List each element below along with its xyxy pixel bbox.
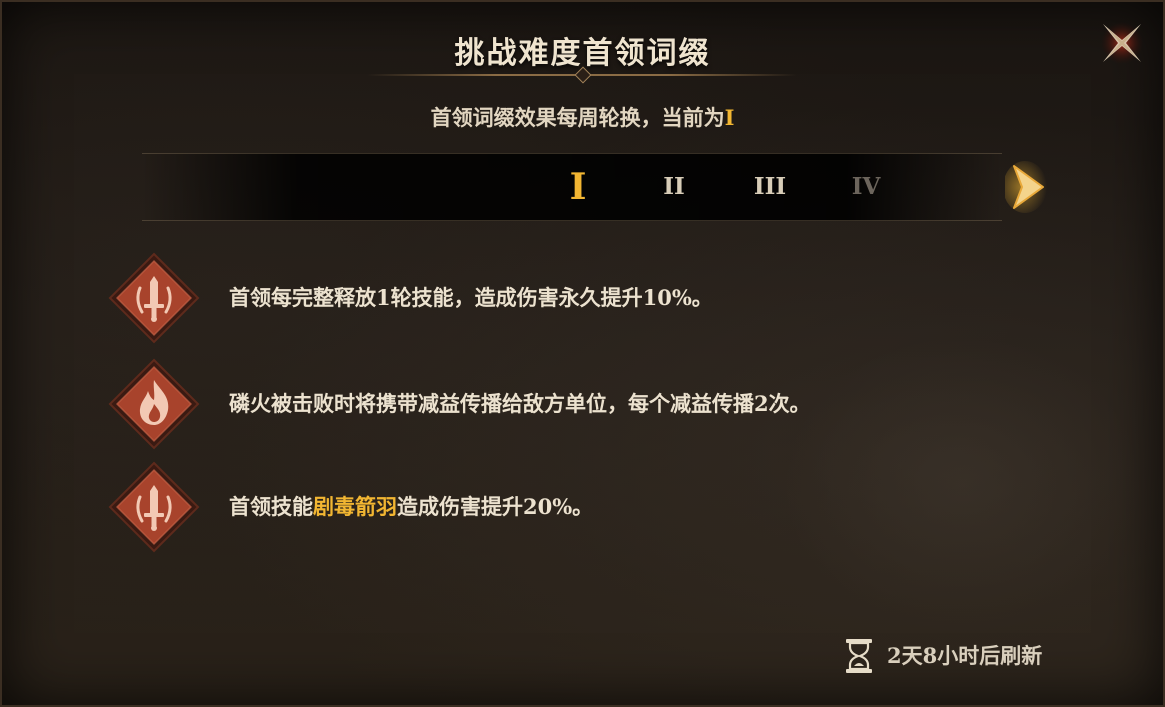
- tab-rotation-3[interactable]: III: [734, 154, 806, 220]
- rotation-tabs: I II III IV: [142, 153, 1002, 221]
- affix-dialog: 挑战难度首领词缀 首领词缀效果每周轮换，当前为I I II III IV 首领每…: [0, 0, 1165, 707]
- close-button[interactable]: [1097, 20, 1147, 66]
- next-rotation-button[interactable]: [1003, 160, 1051, 214]
- sword-icon: [108, 252, 200, 344]
- affix-item: 首领技能剧毒箭羽造成伤害提升20%。: [108, 461, 1008, 553]
- rotation-note: 首领词缀效果每周轮换，当前为I: [2, 102, 1163, 132]
- tab-rotation-1[interactable]: I: [542, 154, 614, 220]
- sword-icon: [108, 461, 200, 553]
- affix-description: 首领每完整释放1轮技能，造成伤害永久提升10%。: [229, 285, 713, 310]
- chevron-right-icon: [1003, 161, 1047, 213]
- affix-description: 首领技能剧毒箭羽造成伤害提升20%。: [229, 461, 593, 553]
- affix-description: 磷火被击败时将携带减益传播给敌方单位，每个减益传播2次。: [229, 391, 811, 416]
- affix-item: 磷火被击败时将携带减益传播给敌方单位，每个减益传播2次。: [108, 358, 1008, 450]
- current-rotation-label: I: [724, 105, 735, 130]
- affix-text-before: 首领技能: [229, 494, 313, 519]
- rotation-note-text: 首领词缀效果每周轮换，当前为: [430, 105, 725, 130]
- affix-item: 首领每完整释放1轮技能，造成伤害永久提升10%。: [108, 252, 1008, 344]
- close-icon: [1101, 22, 1143, 64]
- tab-rotation-2[interactable]: II: [638, 154, 710, 220]
- flame-icon: [108, 358, 200, 450]
- skill-name-highlight: 剧毒箭羽: [313, 494, 397, 519]
- affix-text-after: 造成伤害提升20%。: [397, 494, 594, 519]
- tab-rotation-4[interactable]: IV: [830, 154, 902, 220]
- refresh-countdown: 2天8小时后刷新: [887, 643, 1043, 668]
- hourglass-icon: [846, 639, 872, 673]
